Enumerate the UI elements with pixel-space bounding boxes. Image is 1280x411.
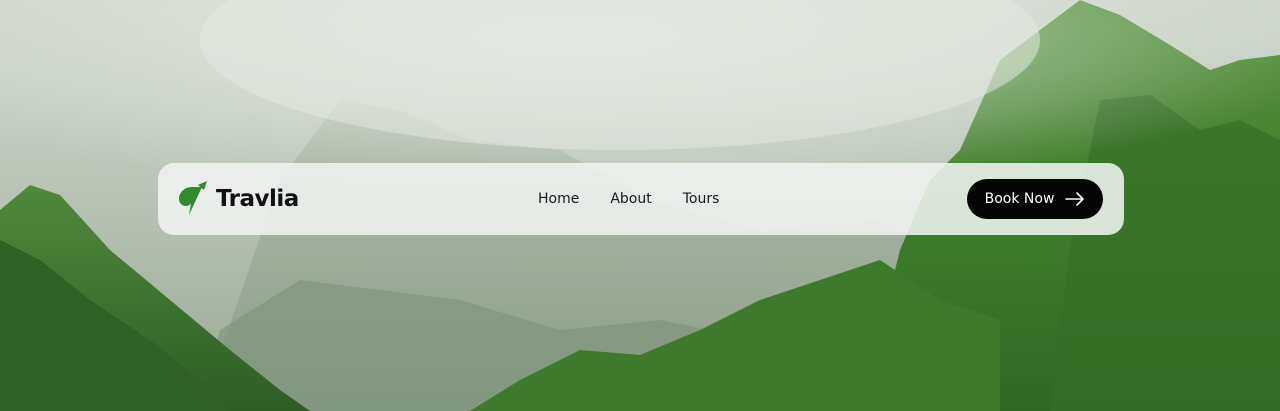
arrow-right-icon <box>1065 192 1085 206</box>
nav-link-about[interactable]: About <box>610 191 651 207</box>
hero-section: Travlia Home About Tours Book Now <box>0 0 1280 411</box>
nav-link-tours[interactable]: Tours <box>683 191 720 207</box>
leaf-logo-icon <box>179 181 207 215</box>
nav-link-home[interactable]: Home <box>538 191 579 207</box>
nav-menu: Home About Tours <box>538 163 719 235</box>
book-now-label: Book Now <box>984 191 1055 207</box>
top-navbar: Travlia Home About Tours Book Now <box>158 163 1124 235</box>
brand-name: Travlia <box>216 186 299 212</box>
brand-logo[interactable]: Travlia <box>178 181 299 217</box>
book-now-button[interactable]: Book Now <box>967 179 1103 219</box>
